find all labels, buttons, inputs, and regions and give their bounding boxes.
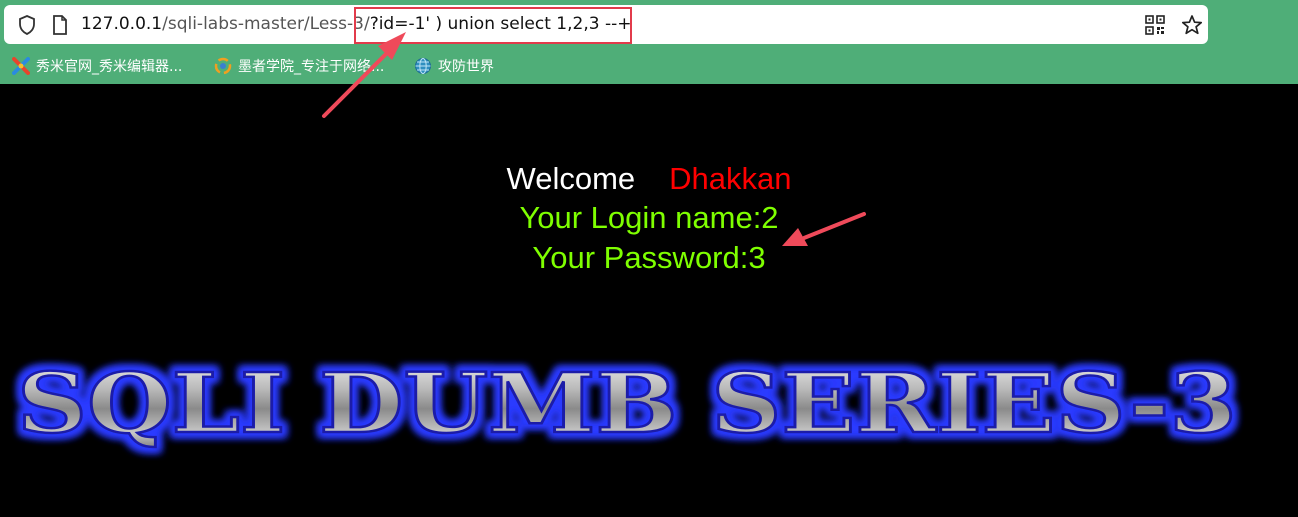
page-info-icon[interactable] (52, 15, 68, 35)
welcome-text: Welcome (506, 161, 636, 196)
bookmarks-bar: 秀米官网_秀米编辑器... 墨者学院_专注于网络... 攻防世界 (0, 52, 1298, 80)
url-path: /sqli-labs-master/Less-3/ (162, 14, 370, 34)
banner-title: SQLI DUMB SERIES-3 (16, 355, 1239, 454)
bookmark-star-icon[interactable] (1181, 14, 1203, 36)
xiumi-logo-icon (12, 57, 30, 75)
welcome-row: Welcome Dhakkan (0, 161, 1298, 197)
url-host: 127.0.0.1 (81, 14, 163, 34)
bookmark-label: 秀米官网_秀米编辑器... (36, 59, 183, 75)
login-name-line: Your Login name:2 (519, 200, 779, 235)
shield-icon[interactable] (18, 15, 36, 35)
address-bar[interactable]: 127.0.0.1/sqli-labs-master/Less-3/?id=-1… (4, 5, 1208, 44)
bookmark-item-gongfang[interactable]: 攻防世界 (414, 55, 494, 77)
globe-icon (415, 58, 431, 74)
page-content: Welcome Dhakkan Your Login name:2 Your Pa… (0, 84, 1298, 517)
bookmark-item-mozhe[interactable]: 墨者学院_专注于网络... (214, 55, 384, 77)
annotation-highlight-box (354, 7, 632, 44)
mozhe-logo-icon (214, 57, 232, 75)
password-line: Your Password:3 (532, 240, 766, 275)
bookmark-item-xiumi[interactable]: 秀米官网_秀米编辑器... (12, 55, 182, 77)
browser-chrome: 127.0.0.1/sqli-labs-master/Less-3/?id=-1… (0, 0, 1298, 84)
qr-code-icon[interactable] (1145, 15, 1165, 35)
bookmark-label: 墨者学院_专注于网络... (238, 59, 385, 75)
user-name: Dhakkan (669, 161, 792, 196)
bookmark-label: 攻防世界 (438, 59, 494, 75)
banner-title-text: SQLI DUMB SERIES-3 (17, 356, 1237, 452)
